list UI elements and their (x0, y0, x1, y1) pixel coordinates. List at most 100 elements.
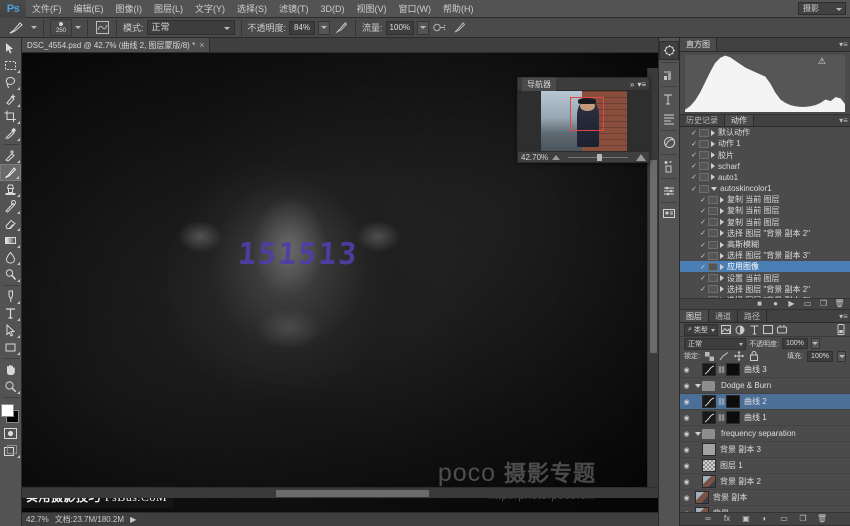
color-swatches[interactable] (0, 403, 21, 425)
panel-menu-icon[interactable]: ▾≡ (837, 310, 850, 322)
action-dialog-toggle-icon[interactable] (708, 296, 718, 297)
expand-arrow-icon[interactable] (711, 141, 715, 147)
layer-thumbnail[interactable] (695, 491, 709, 504)
expand-arrow-icon[interactable] (720, 264, 724, 270)
action-dialog-toggle-icon[interactable] (708, 218, 718, 226)
lasso-tool[interactable] (0, 74, 21, 91)
navigator-preview[interactable] (518, 91, 649, 151)
action-dialog-toggle-icon[interactable] (708, 229, 718, 237)
panel-menu-icon[interactable]: ▾≡ (637, 80, 646, 89)
layer-row[interactable]: ◉frequency separation (680, 426, 850, 442)
layer-row[interactable]: ◉背景 副本 3 (680, 442, 850, 458)
canvas-horizontal-scrollbar[interactable] (22, 487, 658, 498)
blend-mode-select[interactable]: 正常 (147, 20, 235, 35)
layer-row[interactable]: ◉背景 副本 (680, 490, 850, 506)
adjustment-thumbnail[interactable] (702, 411, 716, 424)
navigator-panel[interactable]: 导航器 » ▾≡ (517, 77, 650, 163)
pressure-opacity-icon[interactable] (333, 20, 349, 36)
blur-tool[interactable] (0, 249, 21, 266)
action-row[interactable]: ✓复制 当前 图层 (680, 205, 850, 216)
action-row[interactable]: ✓选择 图层 "背景 副本 2" (680, 228, 850, 239)
action-row[interactable]: ✓autoskincolor1 (680, 183, 850, 194)
flow-stepper[interactable] (417, 21, 429, 35)
color-wheel-icon[interactable] (659, 133, 679, 152)
brush-tool[interactable] (0, 164, 21, 181)
layer-visibility-icon[interactable]: ◉ (680, 430, 693, 438)
layer-opacity-stepper[interactable] (811, 338, 820, 349)
opacity-input[interactable]: 84% (289, 21, 315, 35)
layer-visibility-icon[interactable]: ◉ (680, 446, 693, 454)
action-toggle-icon[interactable]: ✓ (698, 196, 708, 204)
action-toggle-icon[interactable]: ✓ (698, 229, 708, 237)
action-row[interactable]: ✓scharf (680, 161, 850, 172)
tab-histogram[interactable]: 直方图 (680, 38, 717, 51)
mask-link-icon[interactable]: ⛓ (717, 398, 726, 406)
quick-mask-icon[interactable] (0, 425, 21, 442)
dodge-tool[interactable] (0, 266, 21, 283)
action-row[interactable]: ✓选择 图层 "背景 副本 2" (680, 284, 850, 295)
action-row[interactable]: ✓应用图像 (680, 261, 850, 272)
stop-icon[interactable]: ■ (755, 299, 764, 308)
filter-shape-icon[interactable] (763, 324, 774, 335)
character-icon[interactable] (659, 89, 679, 108)
eraser-tool[interactable] (0, 215, 21, 232)
zoom-out-icon[interactable] (552, 155, 560, 160)
action-row[interactable]: ✓高斯模糊 (680, 239, 850, 250)
delete-layer-icon[interactable]: 🗑 (818, 514, 827, 523)
action-toggle-icon[interactable]: ✓ (698, 218, 708, 226)
layer-mask-thumbnail[interactable] (726, 395, 740, 408)
quick-select-tool[interactable] (0, 91, 21, 108)
action-row[interactable]: ✓auto1 (680, 172, 850, 183)
action-row[interactable]: ✓选择 图层 "背景 副本 3" (680, 250, 850, 261)
menu-item[interactable]: 视图(V) (351, 0, 393, 18)
layer-visibility-icon[interactable]: ◉ (680, 510, 693, 512)
expand-arrow-icon[interactable] (720, 208, 724, 214)
action-dialog-toggle-icon[interactable] (708, 263, 718, 271)
layer-mask-thumbnail[interactable] (726, 363, 740, 376)
filter-adjustment-icon[interactable] (735, 324, 746, 335)
workspace-selector[interactable]: 摄影 (798, 2, 846, 15)
type-tool[interactable] (0, 305, 21, 322)
lock-all-icon[interactable] (749, 351, 760, 362)
foreground-color-swatch[interactable] (1, 404, 14, 417)
clone-stamp-tool[interactable] (0, 181, 21, 198)
panel-menu-icon[interactable]: ▾≡ (837, 38, 850, 51)
actions-list[interactable]: ✓默认动作✓动作 1✓胶片✓scharf✓auto1✓autoskincolor… (680, 127, 850, 298)
adjustments-icon[interactable] (659, 41, 679, 60)
layer-mask-thumbnail[interactable] (726, 411, 740, 424)
crop-tool[interactable] (0, 108, 21, 125)
action-dialog-toggle-icon[interactable] (699, 162, 709, 170)
filter-toggle-icon[interactable] (835, 324, 846, 335)
expand-arrow-icon[interactable] (711, 174, 715, 180)
action-toggle-icon[interactable]: ✓ (689, 185, 699, 193)
action-toggle-icon[interactable]: ✓ (698, 296, 708, 297)
navigator-zoom-slider[interactable] (564, 152, 632, 162)
status-zoom-value[interactable]: 42.7% (26, 515, 49, 524)
layer-row[interactable]: ◉⛓曲线 1 (680, 410, 850, 426)
layer-visibility-icon[interactable]: ◉ (680, 478, 693, 486)
menu-item[interactable]: 文件(F) (26, 0, 68, 18)
adjustment-thumbnail[interactable] (702, 363, 716, 376)
layer-visibility-icon[interactable]: ◉ (680, 398, 693, 406)
action-row[interactable]: ✓默认动作 (680, 127, 850, 138)
action-toggle-icon[interactable]: ✓ (698, 252, 708, 260)
layer-visibility-icon[interactable]: ◉ (680, 382, 693, 390)
new-layer-icon[interactable]: ❐ (799, 514, 808, 523)
expand-arrow-icon[interactable] (711, 130, 715, 136)
menu-item[interactable]: 编辑(E) (68, 0, 110, 18)
menu-item[interactable]: 3D(D) (315, 0, 351, 18)
expand-arrow-icon[interactable] (720, 275, 724, 281)
opacity-stepper[interactable] (318, 21, 330, 35)
tab-history[interactable]: 历史记录 (680, 115, 725, 126)
eyedropper-tool[interactable] (0, 125, 21, 142)
layer-thumbnail[interactable] (702, 475, 716, 488)
layer-filter-type-select[interactable]: ⌕ 类型 (684, 324, 718, 336)
menu-item[interactable]: 选择(S) (231, 0, 273, 18)
history-brush-tool[interactable] (0, 198, 21, 215)
expand-arrow-icon[interactable] (720, 219, 724, 225)
document-tab[interactable]: DSC_4554.psd @ 42.7% (曲线 2, 图层蒙版/8) * × (22, 37, 210, 52)
filter-smart-icon[interactable] (777, 324, 788, 335)
action-dialog-toggle-icon[interactable] (699, 151, 709, 159)
expand-arrow-icon[interactable] (720, 242, 724, 248)
play-icon[interactable]: ▶ (787, 299, 796, 308)
